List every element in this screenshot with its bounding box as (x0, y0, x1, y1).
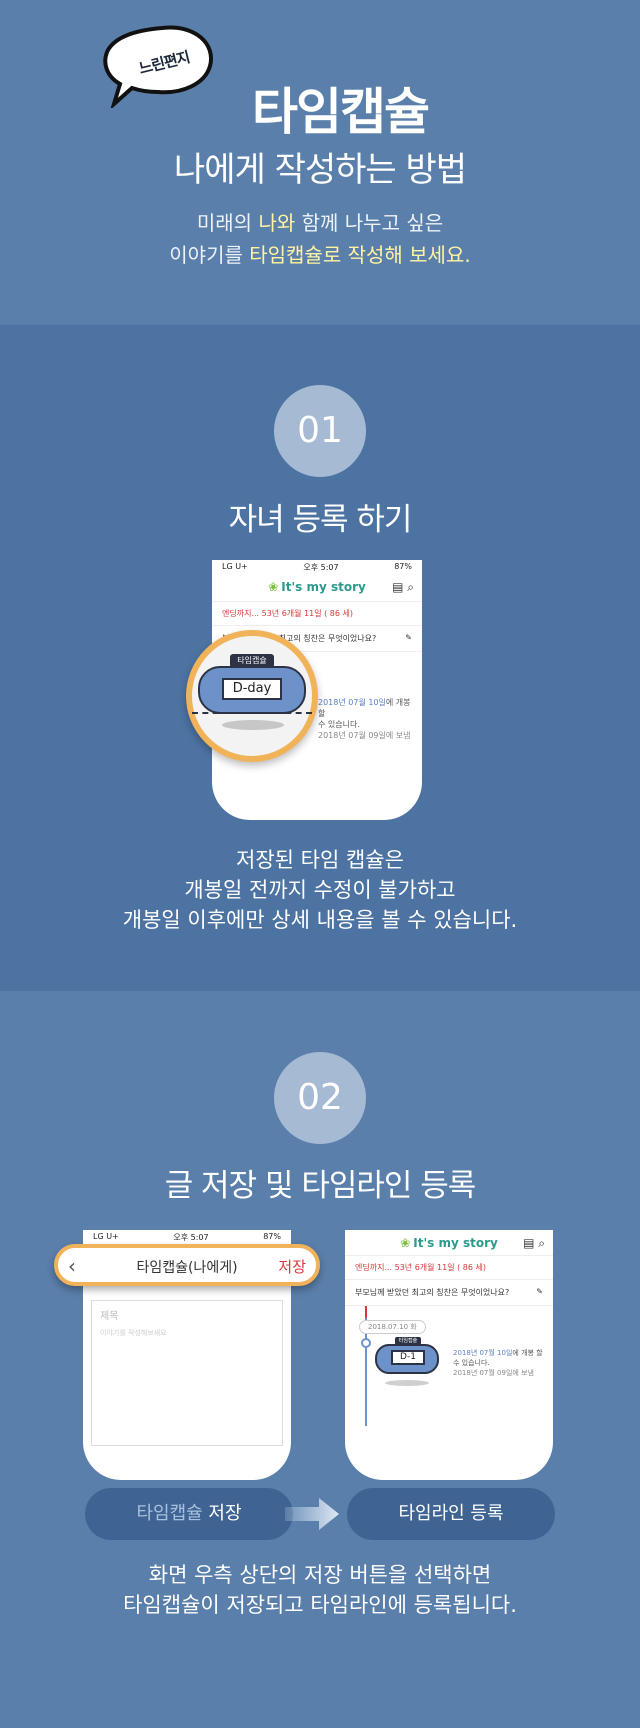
leaf-icon: ❀ (268, 580, 279, 594)
question-row[interactable]: 부모님께 받았던 최고의 칭찬은 무엇이었나요? ✎ (345, 1280, 553, 1306)
countdown-text: 엔딩까지... 53년 6개월 11일 ( 86 세) (212, 602, 422, 626)
page-title: 타임캡슐 (252, 83, 430, 141)
content-field[interactable]: 이야기를 작성해보세요 (92, 1328, 282, 1338)
step2-number: 02 (274, 1052, 366, 1144)
capsule-top-label: 타임캡슐 (230, 654, 274, 668)
app-header: ❀ It's my story ▤ ⌕ (345, 1230, 553, 1256)
page-subtitle: 나에게 작성하는 방법 (173, 150, 467, 190)
step1-title: 자녀 등록 하기 (228, 502, 413, 538)
save-button[interactable]: 저장 (278, 1256, 306, 1277)
status-bar: LG U+ 오후 5:07 87% (222, 562, 412, 572)
capsule-dday-label: D-day (222, 678, 282, 700)
pencil-icon[interactable]: ✎ (405, 633, 412, 644)
timeline-line-head (365, 1306, 367, 1318)
search-icon[interactable]: ⌕ (538, 1236, 545, 1250)
capsule-shadow (385, 1380, 429, 1386)
capsule-zoom-callout: 타임캡슐 D-day (186, 630, 318, 762)
capsule-top-label: 타임캡슐 (395, 1337, 421, 1346)
status-bar: LG U+ 오후 5:07 87% (93, 1232, 281, 1242)
editor-toolbar-callout: ‹ 타임캡슐(나에게) 저장 (54, 1244, 320, 1286)
brand-logo: ❀ It's my story (268, 580, 366, 594)
step2-title: 글 저장 및 타임라인 등록 (164, 1168, 477, 1204)
capsule-save-step: 타임캡슐 저장 (85, 1488, 293, 1540)
highlight-text: 나와 (258, 211, 296, 235)
countdown-text: 엔딩까지... 53년 6개월 11일 ( 86 세) (345, 1256, 553, 1280)
pencil-icon[interactable]: ✎ (536, 1287, 543, 1298)
arrow-right-icon (285, 1498, 339, 1530)
timeline-register-step: 타임라인 등록 (347, 1488, 555, 1540)
title-field[interactable]: 제목 (92, 1301, 282, 1328)
intro-section: 느린편지 타임캡슐 나에게 작성하는 방법 미래의 나와 함께 나누고 싶은 이… (0, 0, 640, 325)
capsule-dday-label: D-1 (391, 1350, 425, 1365)
app-header: ❀ It's my story ▤ ⌕ (212, 574, 422, 602)
capsule-shadow (222, 720, 284, 730)
leaf-icon: ❀ (400, 1236, 411, 1250)
step1-caption: 저장된 타임 캡슐은 개봉일 전까지 수정이 불가하고 개봉일 이후에만 상세 … (122, 848, 518, 932)
capsule-note: 2018년 07월 10일에 개봉 할 수 있습니다. 2018년 07월 09… (318, 698, 411, 740)
timeline-date-badge: 2018.07.10 화 (359, 1320, 426, 1334)
editor-title: 타임캡슐(나에게) (136, 1260, 238, 1276)
timeline-phone-screenshot: ❀ It's my story ▤ ⌕ 엔딩까지... 53년 6개월 11일 (… (345, 1230, 553, 1480)
header-icons: ▤ ⌕ (523, 1236, 545, 1251)
editor-box[interactable]: 제목 이야기를 작성해보세요 (91, 1300, 283, 1446)
step2-caption: 화면 우측 상단의 저장 버튼을 선택하면 타임캡슐이 저장되고 타임라인에 등… (123, 1563, 517, 1617)
capsule-note: 2018년 07월 10일에 개봉 할 수 있습니다. 2018년 07월 09… (453, 1349, 543, 1377)
book-icon[interactable]: ▤ (523, 1236, 534, 1250)
intro-description: 미래의 나와 함께 나누고 싶은 이야기를 타임캡슐로 작성해 보세요. (169, 211, 471, 267)
highlight-text: 타임캡슐로 작성해 보세요. (249, 243, 471, 267)
ground-line (192, 712, 312, 714)
header-icons: ▤ ⌕ (392, 580, 414, 595)
timeline-node (361, 1338, 371, 1348)
step1-number: 01 (274, 385, 366, 477)
book-icon[interactable]: ▤ (392, 580, 403, 594)
search-icon[interactable]: ⌕ (407, 580, 414, 594)
brand-logo: ❀ It's my story (400, 1236, 498, 1250)
